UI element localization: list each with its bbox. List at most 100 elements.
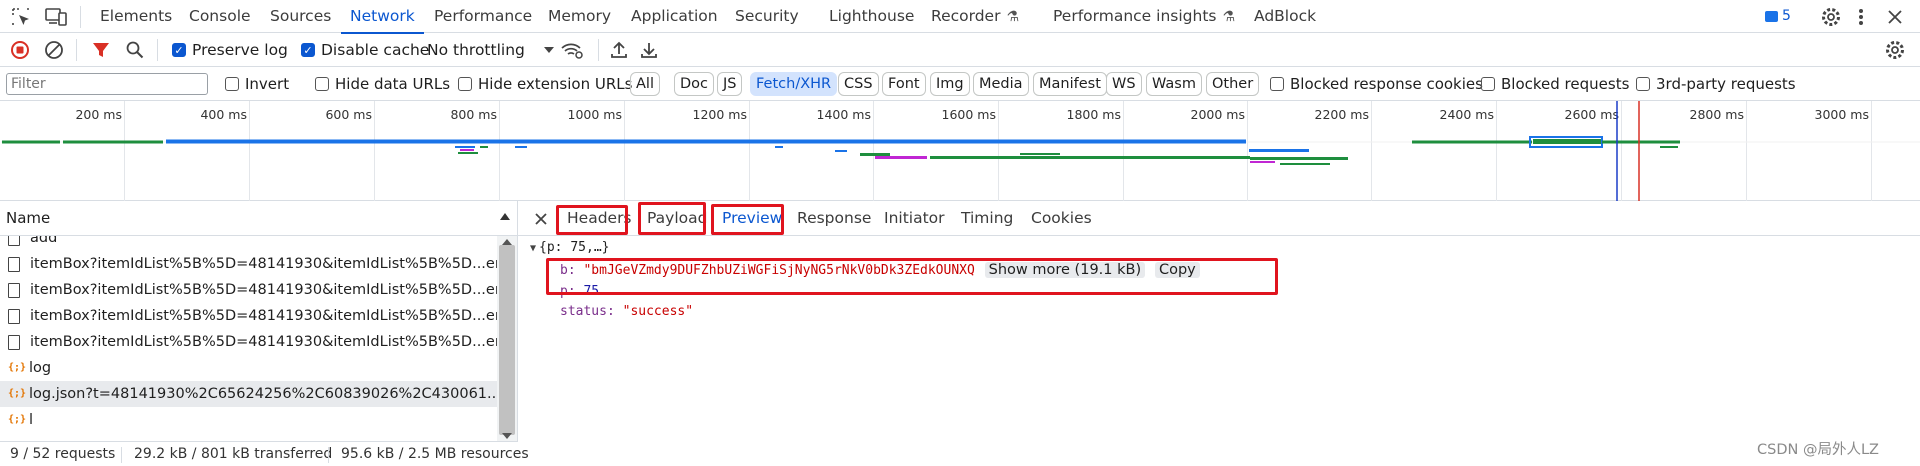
request-name: itemBox?itemIdList%5B%5D=48141930&itemId… xyxy=(30,308,497,324)
close-devtools-icon[interactable] xyxy=(1885,6,1905,28)
tabbar-separator xyxy=(80,6,81,28)
checkmark-icon: ✓ xyxy=(172,43,186,57)
network-settings-gear-icon[interactable] xyxy=(1884,33,1906,67)
network-overview-timeline[interactable]: 200 ms 400 ms 600 ms 800 ms 1000 ms 1200… xyxy=(0,101,1920,201)
checkbox-box xyxy=(315,77,329,91)
export-har-icon[interactable] xyxy=(639,33,659,67)
type-filter-js[interactable]: JS xyxy=(717,72,743,96)
flask-icon: ⚗ xyxy=(1222,9,1236,25)
checkbox-box xyxy=(1270,77,1284,91)
more-options-icon[interactable] xyxy=(1855,6,1867,28)
request-name: itemBox?itemIdList%5B%5D=48141930&itemId… xyxy=(30,282,497,298)
document-icon xyxy=(8,256,20,272)
scroll-up-arrow-icon[interactable] xyxy=(502,239,512,245)
tab-memory[interactable]: Memory xyxy=(548,0,611,33)
expand-triangle-icon: ▼ xyxy=(530,243,537,254)
request-row[interactable]: itemBox?itemIdList%5B%5D=48141930&itemId… xyxy=(0,277,497,303)
tab-lighthouse[interactable]: Lighthouse xyxy=(829,0,914,33)
tab-application[interactable]: Application xyxy=(631,0,718,33)
type-filter-wasm[interactable]: Wasm xyxy=(1146,72,1202,96)
checkmark-icon: ✓ xyxy=(301,43,315,57)
name-column-header[interactable]: Name xyxy=(0,201,518,236)
request-row[interactable]: add xyxy=(0,236,497,251)
type-filter-ws[interactable]: WS xyxy=(1106,72,1142,96)
type-filter-other[interactable]: Other xyxy=(1206,72,1260,96)
request-list-panel: Name add itemBox?itemIdList%5B%5D=481419… xyxy=(0,201,518,441)
request-name: l xyxy=(29,412,34,428)
tab-network[interactable]: Network xyxy=(341,0,424,34)
tab-timing[interactable]: Timing xyxy=(961,209,1013,227)
json-summary: {p: 75,…} xyxy=(539,240,610,255)
type-filter-manifest[interactable]: Manifest xyxy=(1033,72,1107,96)
device-toolbar-icon[interactable] xyxy=(44,6,68,28)
request-rows: add itemBox?itemIdList%5B%5D=48141930&it… xyxy=(0,236,497,441)
network-conditions-icon[interactable] xyxy=(560,33,584,67)
json-tree-root[interactable]: ▼ {p: 75,…} xyxy=(530,240,609,255)
type-filter-font[interactable]: Font xyxy=(882,72,926,96)
scrollbar-thumb[interactable] xyxy=(499,245,515,435)
scroll-down-arrow-icon[interactable] xyxy=(502,433,512,439)
type-filter-media[interactable]: Media xyxy=(973,72,1029,96)
request-name: itemBox?itemIdList%5B%5D=48141930&itemId… xyxy=(30,334,497,350)
request-row[interactable]: {;} log xyxy=(0,355,497,381)
document-icon xyxy=(8,334,20,350)
tab-adblock[interactable]: AdBlock xyxy=(1254,0,1316,33)
request-row-selected[interactable]: {;} log.json?t=48141930%2C65624256%2C608… xyxy=(0,381,497,407)
type-filter-fetch-xhr[interactable]: Fetch/XHR xyxy=(750,72,838,96)
request-name: itemBox?itemIdList%5B%5D=48141930&itemId… xyxy=(30,256,497,272)
issues-counter[interactable]: 5 xyxy=(1765,8,1791,24)
blocked-requests-checkbox[interactable]: Blocked requests xyxy=(1481,67,1629,101)
hide-data-urls-label: Hide data URLs xyxy=(335,75,451,93)
type-filter-doc[interactable]: Doc xyxy=(674,72,715,96)
request-row[interactable]: itemBox?itemIdList%5B%5D=48141930&itemId… xyxy=(0,303,497,329)
tab-initiator[interactable]: Initiator xyxy=(884,209,945,227)
document-icon xyxy=(8,282,20,298)
message-icon xyxy=(1765,10,1778,22)
status-separator xyxy=(328,447,329,463)
xhr-braces-icon: {;} xyxy=(8,362,27,373)
preserve-log-checkbox[interactable]: ✓ Preserve log xyxy=(172,33,288,67)
checkbox-box xyxy=(225,77,239,91)
tab-performance-insights[interactable]: Performance insights ⚗ xyxy=(1053,0,1235,33)
type-filter-css[interactable]: CSS xyxy=(838,72,879,96)
request-row[interactable]: {;} l xyxy=(0,407,497,433)
tab-console[interactable]: Console xyxy=(189,0,251,33)
filter-input[interactable]: Filter xyxy=(6,73,208,95)
tab-recorder[interactable]: Recorder ⚗ xyxy=(931,0,1019,33)
request-row[interactable]: itemBox?itemIdList%5B%5D=48141930&itemId… xyxy=(0,329,497,355)
tab-security[interactable]: Security xyxy=(735,0,799,33)
request-row[interactable]: itemBox?itemIdList%5B%5D=48141930&itemId… xyxy=(0,251,497,277)
json-field-status: status: "success" xyxy=(560,304,693,319)
network-toolbar: ✓ Preserve log ✓ Disable cache No thrott… xyxy=(0,33,1920,67)
disable-cache-label: Disable cache xyxy=(321,41,430,59)
transferred-size: 29.2 kB / 801 kB transferred xyxy=(134,446,333,462)
inspect-element-icon[interactable] xyxy=(10,6,32,28)
tab-sources[interactable]: Sources xyxy=(270,0,331,33)
invert-checkbox[interactable]: Invert xyxy=(225,67,289,101)
import-har-icon[interactable] xyxy=(609,33,629,67)
record-stop-icon[interactable] xyxy=(10,33,30,67)
close-details-icon[interactable] xyxy=(533,211,549,227)
settings-gear-icon[interactable] xyxy=(1820,6,1842,28)
search-icon[interactable] xyxy=(125,33,145,67)
filter-funnel-icon[interactable] xyxy=(92,33,110,67)
issues-count: 5 xyxy=(1782,8,1791,24)
tab-recorder-label: Recorder xyxy=(931,7,1001,25)
blocked-response-cookies-checkbox[interactable]: Blocked response cookies xyxy=(1270,67,1483,101)
hide-extension-urls-checkbox[interactable]: Hide extension URLs xyxy=(458,67,632,101)
tab-cookies[interactable]: Cookies xyxy=(1031,209,1092,227)
tab-performance[interactable]: Performance xyxy=(434,0,532,33)
csdn-watermark: CSDN @局外人LZ xyxy=(1757,442,1879,458)
tab-response[interactable]: Response xyxy=(797,209,871,227)
throttling-select[interactable]: No throttling xyxy=(427,33,555,67)
clear-icon[interactable] xyxy=(44,33,64,67)
disable-cache-checkbox[interactable]: ✓ Disable cache xyxy=(301,33,429,67)
third-party-requests-checkbox[interactable]: 3rd-party requests xyxy=(1636,67,1796,101)
type-filter-all[interactable]: All xyxy=(630,72,660,96)
type-filter-img[interactable]: Img xyxy=(930,72,970,96)
highlight-box-headers xyxy=(556,205,628,235)
timeline-request-bars xyxy=(1,101,1920,201)
request-name: log xyxy=(29,360,52,376)
tab-elements[interactable]: Elements xyxy=(100,0,172,33)
hide-data-urls-checkbox[interactable]: Hide data URLs xyxy=(315,67,450,101)
